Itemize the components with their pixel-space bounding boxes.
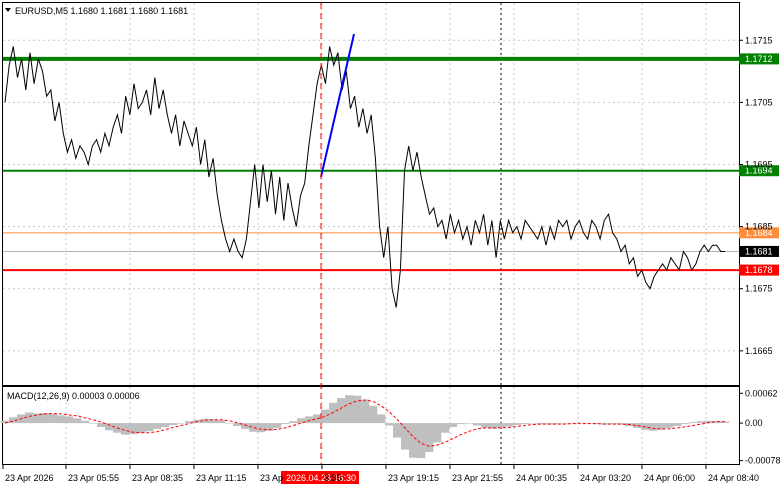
macd-histogram-bar xyxy=(665,423,674,428)
macd-histogram-bar xyxy=(145,423,154,432)
macd-histogram-bar xyxy=(329,402,338,424)
macd-tick-label: 0.00 xyxy=(745,418,763,428)
macd-histogram-bar xyxy=(425,423,434,452)
macd-histogram-bar xyxy=(89,423,98,424)
macd-histogram-bar xyxy=(273,423,282,428)
y-tick-label: 1.1695 xyxy=(745,159,773,169)
level-price-label: 1.1678 xyxy=(745,265,773,275)
macd-histogram-bar xyxy=(169,423,178,425)
y-tick-label: 1.1705 xyxy=(745,97,773,107)
macd-histogram-bar xyxy=(681,423,690,425)
level-price-label: 1.1712 xyxy=(745,54,773,64)
macd-histogram-bar xyxy=(401,423,410,450)
macd-histogram-bar xyxy=(473,423,482,426)
macd-histogram-bar xyxy=(177,423,186,424)
macd-histogram-bar xyxy=(409,423,418,458)
x-tick-label: 23 Apr 19:15 xyxy=(388,473,439,483)
x-tick-label: 23 Apr 11:15 xyxy=(196,473,246,483)
macd-histogram-bar xyxy=(393,423,402,438)
x-tick-label: 24 Apr 00:35 xyxy=(516,473,567,483)
macd-histogram-bar xyxy=(577,422,586,424)
x-tick-label: 24 Apr 06:00 xyxy=(644,473,695,483)
macd-histogram-bar xyxy=(673,423,682,426)
macd-histogram-bar xyxy=(529,423,538,424)
macd-histogram-bar xyxy=(353,395,362,424)
macd-histogram-bar xyxy=(369,405,378,424)
macd-histogram-bar xyxy=(289,421,298,424)
macd-histogram-bar xyxy=(305,416,314,424)
macd-histogram-bar xyxy=(105,423,114,431)
chart-background xyxy=(0,0,781,489)
macd-histogram-bar xyxy=(345,395,354,424)
macd-histogram-bar xyxy=(225,423,234,424)
chart-window[interactable]: 1.17121.16941.16841.1678 1.16812026.04.2… xyxy=(0,0,781,489)
macd-histogram-bar xyxy=(161,423,170,427)
macd-histogram-bar xyxy=(449,423,458,427)
macd-histogram-bar xyxy=(481,423,490,428)
y-tick-label: 1.1715 xyxy=(745,35,773,45)
macd-histogram-bar xyxy=(57,415,66,424)
macd-histogram-bar xyxy=(25,412,34,424)
x-tick-label: 23 Apr 05:55 xyxy=(68,473,119,483)
macd-label: MACD(12,26,9) 0.00003 0.00006 xyxy=(7,391,140,401)
macd-histogram-bar xyxy=(441,423,450,433)
macd-histogram-bar xyxy=(313,414,322,424)
macd-histogram-bar xyxy=(497,423,506,428)
macd-histogram-bar xyxy=(81,420,90,424)
macd-histogram-bar xyxy=(433,423,442,443)
symbol-info: EURUSD,M5 1.1680 1.1681 1.1680 1.1681 xyxy=(15,6,188,16)
macd-histogram-bar xyxy=(513,423,522,425)
macd-histogram-bar xyxy=(321,409,330,424)
x-tick-label: 24 Apr 03:20 xyxy=(580,473,631,483)
macd-histogram-bar xyxy=(217,420,226,424)
crosshair-time-label: 2026.04.23 16:30 xyxy=(286,473,356,483)
chart-header: EURUSD,M5 1.1680 1.1681 1.1680 1.1681 xyxy=(5,6,188,16)
macd-histogram-bar xyxy=(249,423,258,432)
macd-histogram-bar xyxy=(377,414,386,424)
y-tick-label: 1.1675 xyxy=(745,284,773,294)
y-tick-label: 1.1685 xyxy=(745,222,773,232)
macd-histogram-bar xyxy=(337,398,346,424)
macd-histogram-bar xyxy=(41,413,50,424)
macd-histogram-bar xyxy=(505,423,514,427)
macd-histogram-bar xyxy=(65,416,74,424)
macd-histogram-bar xyxy=(153,423,162,429)
macd-tick-label: 0.00062 xyxy=(745,388,778,398)
x-tick-label: 3:35 xyxy=(324,473,342,483)
macd-histogram-bar xyxy=(281,423,290,425)
macd-histogram-bar xyxy=(689,422,698,424)
macd-histogram-bar xyxy=(137,423,146,434)
macd-histogram-bar xyxy=(649,423,658,431)
macd-histogram-bar xyxy=(257,423,266,433)
macd-histogram-bar xyxy=(385,423,394,426)
macd-histogram-bar xyxy=(457,423,466,425)
y-tick-label: 1.1665 xyxy=(745,346,773,356)
x-tick-label: 23 Ap xyxy=(260,473,283,483)
x-tick-label: 23 Apr 08:35 xyxy=(132,473,183,483)
x-tick-label: 24 Apr 08:40 xyxy=(708,473,759,483)
macd-tick-label: -0.00078 xyxy=(745,456,781,466)
x-tick-label: 23 Apr 2026 xyxy=(5,473,54,483)
macd-histogram-bar xyxy=(361,399,370,424)
macd-histogram-bar xyxy=(121,423,130,435)
macd-histogram-bar xyxy=(697,421,706,424)
macd-histogram-bar xyxy=(49,413,58,423)
macd-histogram-bar xyxy=(73,418,82,424)
macd-histogram-bar xyxy=(465,423,474,424)
x-tick-label: 23 Apr 21:55 xyxy=(452,473,503,483)
current-price-label: 1.1681 xyxy=(745,246,773,256)
macd-histogram-bar xyxy=(521,423,530,425)
